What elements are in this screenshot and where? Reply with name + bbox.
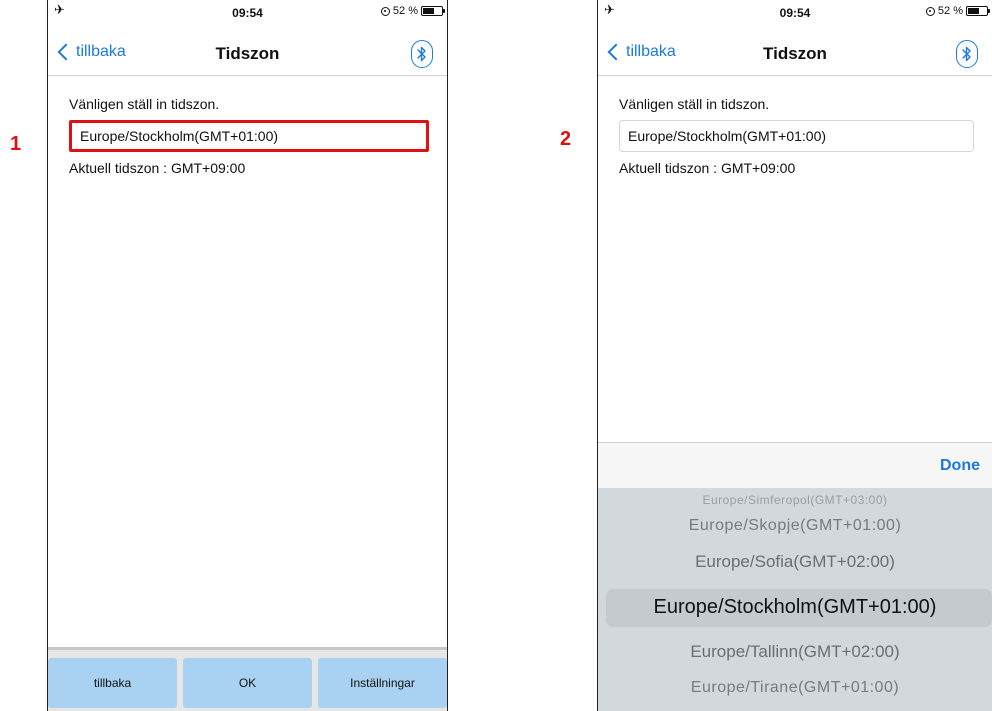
- battery-percent: 52 %: [392, 5, 418, 17]
- orientation-lock-icon: [925, 6, 935, 16]
- picker-item[interactable]: Europe/Stockholm(GMT+01:00): [598, 596, 992, 619]
- status-bar: ✈ 09:54 52 %: [48, 0, 447, 22]
- battery-status: 52 %: [380, 5, 445, 17]
- picker-item[interactable]: Europe/Sofia(GMT+02:00): [598, 552, 992, 572]
- timezone-prompt: Vänligen ställ in tidszon.: [619, 96, 770, 112]
- done-button[interactable]: Done: [940, 457, 980, 475]
- battery-status: 52 %: [925, 5, 990, 17]
- picker-item[interactable]: Europe/Skopje(GMT+01:00): [598, 517, 992, 535]
- navigation-bar: tillbaka Tidszon: [598, 32, 992, 76]
- timezone-field[interactable]: Europe/Stockholm(GMT+01:00): [69, 120, 429, 152]
- page-title: Tidszon: [763, 44, 827, 63]
- current-timezone: Aktuell tidszon : GMT+09:00: [69, 160, 246, 176]
- settings-button[interactable]: Inställningar: [318, 658, 447, 708]
- timezone-field-value: Europe/Stockholm(GMT+01:00): [80, 128, 279, 144]
- timezone-field-value: Europe/Stockholm(GMT+01:00): [628, 128, 827, 144]
- bottom-back-button[interactable]: tillbaka: [48, 658, 177, 708]
- timezone-content: Vänligen ställ in tidszon. Europe/Stockh…: [619, 96, 974, 176]
- status-bar: ✈ 09:54 52 %: [598, 0, 992, 22]
- timezone-prompt: Vänligen ställ in tidszon.: [69, 96, 220, 112]
- picker-item[interactable]: Europe/Simferopol(GMT+03:00): [598, 493, 992, 507]
- battery-icon: [966, 6, 990, 16]
- timezone-picker-wheel[interactable]: Europe/Simferopol(GMT+03:00) Europe/Skopj…: [598, 488, 992, 711]
- bluetooth-icon: [962, 46, 971, 62]
- bluetooth-button[interactable]: [956, 40, 978, 68]
- step-number-2: 2: [560, 128, 572, 150]
- page-title: Tidszon: [215, 44, 280, 63]
- step-number-1: 1: [10, 133, 22, 155]
- phone-screen-1: ✈ 09:54 52 % tillbaka Tidszon Vänligen s…: [47, 0, 448, 711]
- orientation-lock-icon: [380, 6, 390, 16]
- current-timezone: Aktuell tidszon : GMT+09:00: [619, 160, 796, 176]
- picker-item[interactable]: Europe/Tallinn(GMT+02:00): [598, 642, 992, 662]
- bottom-button-bar: tillbaka OK Inställningar: [48, 647, 447, 711]
- navigation-bar: tillbaka Tidszon: [48, 32, 447, 76]
- battery-percent: 52 %: [937, 5, 963, 17]
- bluetooth-button[interactable]: [411, 40, 433, 68]
- timezone-content: Vänligen ställ in tidszon. Europe/Stockh…: [69, 96, 429, 176]
- picker-toolbar: Done: [598, 442, 992, 488]
- bluetooth-icon: [417, 46, 426, 62]
- picker-item[interactable]: Europe/Tirane(GMT+01:00): [598, 679, 992, 697]
- phone-screen-2: ✈ 09:54 52 % tillbaka Tidszon Vänligen s…: [597, 0, 992, 711]
- battery-icon: [421, 6, 445, 16]
- ok-button[interactable]: OK: [183, 658, 312, 708]
- timezone-field[interactable]: Europe/Stockholm(GMT+01:00): [619, 120, 974, 152]
